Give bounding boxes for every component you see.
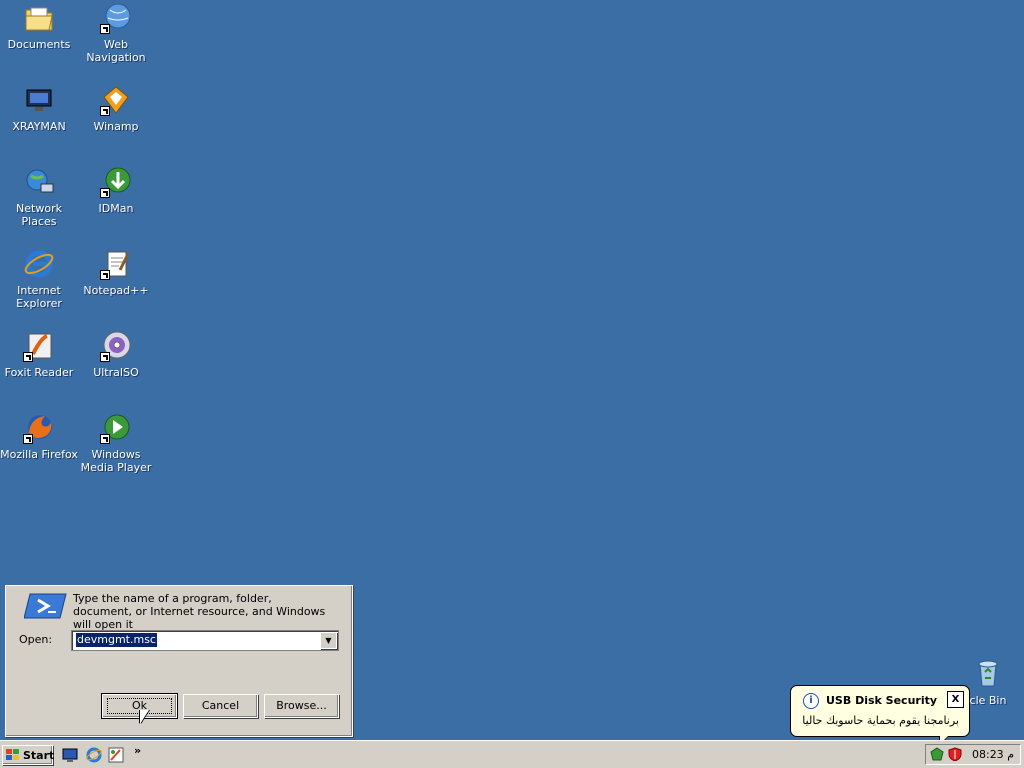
desktop-icon-label: Windows Media Player bbox=[80, 448, 152, 474]
desktop-icon-idman[interactable]: IDMan bbox=[77, 166, 155, 215]
shortcut-arrow-icon bbox=[100, 188, 110, 198]
balloon-message: برنامجنا يقوم بحماية حاسوبك حاليا bbox=[802, 714, 959, 727]
usb-security-tray-icon[interactable] bbox=[930, 747, 944, 761]
internet-explorer-icon bbox=[23, 248, 55, 280]
shortcut-arrow-icon bbox=[23, 352, 33, 362]
quick-launch-chevron[interactable]: » bbox=[134, 744, 141, 757]
desktop-icon-windows-media-player[interactable]: Windows Media Player bbox=[77, 412, 155, 474]
run-icon bbox=[23, 590, 70, 622]
shortcut-arrow-icon bbox=[100, 352, 110, 362]
shortcut-arrow-icon bbox=[23, 434, 33, 444]
start-label: Start bbox=[23, 749, 55, 762]
shortcut-arrow-icon bbox=[100, 434, 110, 444]
chevron-down-icon[interactable]: ▼ bbox=[320, 632, 337, 649]
desktop-icon-label: Documents bbox=[7, 38, 71, 51]
desktop-icon-internet-explorer[interactable]: Internet Explorer bbox=[0, 248, 78, 310]
open-input-value[interactable]: devmgmt.msc bbox=[76, 633, 157, 647]
paint-icon[interactable] bbox=[108, 747, 124, 763]
desktop-icon-label: Foxit Reader bbox=[4, 366, 74, 379]
mouse-cursor-icon bbox=[140, 710, 149, 724]
notepad-plus-plus-icon bbox=[100, 248, 132, 280]
close-icon[interactable]: X bbox=[947, 691, 964, 708]
ultraiso-icon bbox=[100, 330, 132, 362]
run-description: Type the name of a program, folder, docu… bbox=[73, 592, 326, 631]
firefox-icon bbox=[23, 412, 55, 444]
system-tray: 08:23 م bbox=[925, 744, 1021, 765]
desktop-icon-label: Mozilla Firefox bbox=[0, 448, 78, 461]
usb-disk-security-balloon[interactable]: i USB Disk Security X برنامجنا يقوم بحما… bbox=[790, 685, 970, 746]
run-dialog: Type the name of a program, folder, docu… bbox=[5, 585, 353, 737]
foxit-reader-icon bbox=[23, 330, 55, 362]
open-label-text: Open: bbox=[19, 633, 53, 646]
windows-flag-icon bbox=[6, 749, 19, 760]
xrayman-icon bbox=[23, 84, 55, 116]
desktop-icon-label: XRAYMAN bbox=[12, 120, 66, 133]
desktop-icon-label: Internet Explorer bbox=[16, 284, 62, 310]
clock[interactable]: 08:23 م bbox=[972, 748, 1014, 761]
desktop-icon-web-navigation[interactable]: Web Navigation bbox=[77, 2, 155, 64]
documents-folder-icon bbox=[23, 2, 55, 34]
idman-icon bbox=[100, 166, 132, 198]
shortcut-arrow-icon bbox=[100, 24, 110, 34]
shortcut-arrow-icon bbox=[100, 270, 110, 280]
desktop-icon-label: Notepad++ bbox=[83, 284, 149, 297]
open-combobox[interactable]: devmgmt.msc ▼ bbox=[71, 630, 339, 651]
desktop-icon-ultraiso[interactable]: UltraISO bbox=[77, 330, 155, 379]
desktop-icon-winamp[interactable]: Winamp bbox=[77, 84, 155, 133]
windows-media-player-icon bbox=[100, 412, 132, 444]
web-navigation-icon bbox=[100, 2, 132, 34]
shield-tray-icon[interactable] bbox=[948, 747, 962, 761]
desktop-icon-label: UltraISO bbox=[93, 366, 139, 379]
cancel-button[interactable]: Cancel bbox=[183, 694, 258, 718]
show-desktop-icon[interactable] bbox=[62, 747, 78, 763]
desktop-icon-label: Network Places bbox=[16, 202, 62, 228]
desktop-icon-mozilla-firefox[interactable]: Mozilla Firefox bbox=[0, 412, 78, 461]
start-button[interactable]: Start bbox=[2, 745, 55, 765]
network-places-icon bbox=[23, 166, 55, 198]
taskbar: Start » 08:23 م bbox=[0, 740, 1024, 768]
desktop-icon-xrayman[interactable]: XRAYMAN bbox=[0, 84, 78, 133]
desktop-icon-label: Web Navigation bbox=[86, 38, 146, 64]
recycle-bin-icon bbox=[972, 658, 1004, 690]
browse-button[interactable]: Browse... bbox=[264, 694, 339, 718]
balloon-title: USB Disk Security bbox=[826, 694, 938, 707]
desktop-icon-network-places[interactable]: Network Places bbox=[0, 166, 78, 228]
internet-explorer-icon[interactable] bbox=[86, 747, 102, 763]
info-icon: i bbox=[803, 693, 819, 709]
desktop-icon-label: IDMan bbox=[98, 202, 134, 215]
winamp-icon bbox=[100, 84, 132, 116]
desktop-icon-notepad-plus-plus[interactable]: Notepad++ bbox=[77, 248, 155, 297]
shortcut-arrow-icon bbox=[100, 106, 110, 116]
desktop-icon-documents[interactable]: Documents bbox=[0, 2, 78, 51]
desktop-icon-label: Winamp bbox=[93, 120, 139, 133]
desktop-icon-foxit-reader[interactable]: Foxit Reader bbox=[0, 330, 78, 379]
open-label: Open: bbox=[19, 633, 52, 646]
